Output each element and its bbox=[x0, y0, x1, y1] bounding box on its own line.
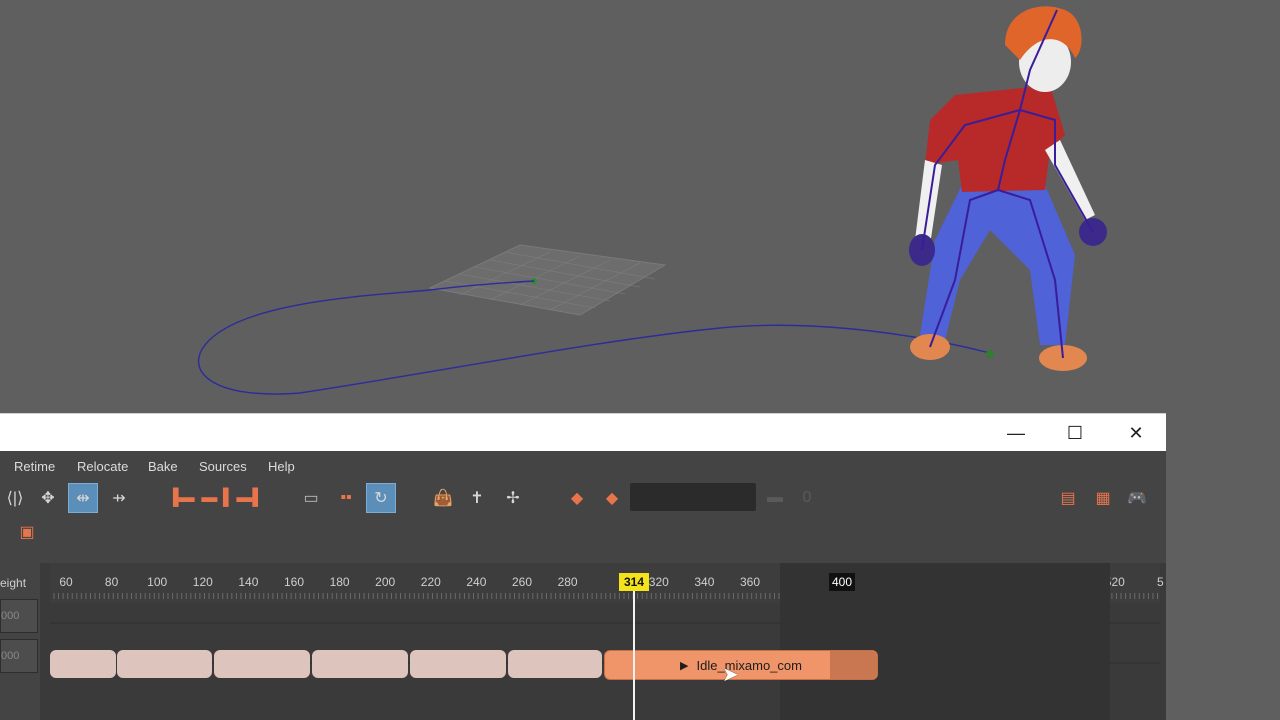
split-icon[interactable]: ⇸ bbox=[104, 483, 134, 513]
clip-segment[interactable] bbox=[117, 650, 212, 678]
path-end-marker[interactable] bbox=[986, 350, 994, 358]
bag-icon[interactable]: 👜 bbox=[428, 483, 458, 513]
menu-retime[interactable]: Retime bbox=[14, 459, 55, 474]
weight-field-2[interactable]: 000 bbox=[0, 639, 38, 673]
menu-bar: Retime Relocate Bake Sources Help bbox=[0, 451, 1166, 481]
clip-name: Idle_mixamo_com bbox=[696, 657, 802, 673]
loop-icon[interactable]: ↻ bbox=[366, 483, 396, 513]
remove-key-icon[interactable]: ◆ bbox=[597, 483, 627, 513]
add-key-icon[interactable]: ◆ bbox=[562, 483, 592, 513]
trim-end-icon[interactable]: ▬▌ bbox=[235, 483, 265, 513]
toolbar: ⟨|⟩ ✥ ⇹ ⇸ ▐▬ ▬▐ ▬▌ ▭ ▪▪ ↻ 👜 ✝ ✢ ◆ ◆ ▬ 0 … bbox=[0, 481, 1166, 549]
trim-middle-icon[interactable]: ▬▐ bbox=[200, 483, 230, 513]
clip-segment[interactable] bbox=[214, 650, 310, 678]
clip-list-icon[interactable]: ▣ bbox=[12, 517, 42, 547]
grid-icon[interactable]: ▦ bbox=[1088, 483, 1118, 513]
character-model[interactable] bbox=[909, 6, 1107, 371]
playhead-line[interactable] bbox=[633, 585, 635, 720]
clip-link-icon[interactable]: ▪▪ bbox=[331, 483, 361, 513]
track-side-panel: eight 000 000 bbox=[0, 563, 40, 720]
menu-help[interactable]: Help bbox=[268, 459, 295, 474]
time-field[interactable] bbox=[630, 483, 756, 511]
center-icon[interactable]: ⇹ bbox=[68, 483, 98, 513]
timeline: eight 000 000 60 80 100 120 140 160 180 200 220 2… bbox=[0, 563, 1166, 720]
character-pose-icon[interactable]: ✢ bbox=[498, 483, 528, 513]
weight-field-1[interactable]: 000 bbox=[0, 599, 38, 633]
menu-bake[interactable]: Bake bbox=[148, 459, 178, 474]
clip-tail bbox=[830, 651, 877, 679]
game-icon[interactable]: 🎮 bbox=[1122, 483, 1152, 513]
idle-clip[interactable]: ▶ Idle_mixamo_com bbox=[604, 650, 878, 680]
cursor-icon: ➤ bbox=[722, 664, 739, 686]
move-left-right-icon[interactable]: ⟨|⟩ bbox=[0, 483, 30, 513]
disabled-value: 0 bbox=[802, 489, 812, 506]
menu-sources[interactable]: Sources bbox=[199, 459, 247, 474]
clip-blank-icon[interactable]: ▭ bbox=[296, 483, 326, 513]
close-button[interactable]: ✕ bbox=[1107, 414, 1165, 452]
move-icon[interactable]: ✥ bbox=[33, 483, 63, 513]
clip-segment[interactable] bbox=[50, 650, 116, 678]
character-icon[interactable]: ✝ bbox=[462, 483, 492, 513]
play-icon[interactable]: ▶ bbox=[680, 659, 688, 672]
weight-label: eight bbox=[0, 576, 27, 590]
minimize-button[interactable]: — bbox=[987, 414, 1045, 452]
clip-segment[interactable] bbox=[312, 650, 408, 678]
clip-segment[interactable] bbox=[508, 650, 602, 678]
clip-segment[interactable] bbox=[410, 650, 506, 678]
menu-relocate[interactable]: Relocate bbox=[77, 459, 128, 474]
playhead-frame-label[interactable]: 314 bbox=[619, 573, 649, 591]
maximize-button[interactable]: ☐ bbox=[1046, 414, 1104, 452]
trim-start-icon[interactable]: ▐▬ bbox=[166, 483, 196, 513]
disabled-icon: ▬ bbox=[767, 489, 783, 506]
title-bar[interactable]: — ☐ ✕ bbox=[0, 413, 1166, 451]
graph-icon[interactable]: ▤ bbox=[1053, 483, 1083, 513]
range-end-label[interactable]: 400 bbox=[829, 573, 855, 591]
